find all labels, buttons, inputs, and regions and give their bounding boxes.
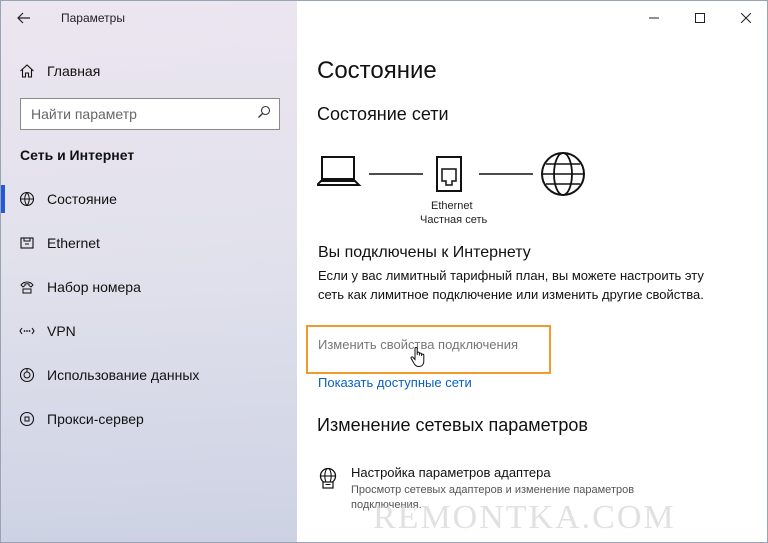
network-adapter-icon: [319, 467, 337, 489]
maximize-icon: [695, 13, 705, 23]
search-input[interactable]: [31, 106, 241, 122]
proxy-icon: [19, 411, 35, 427]
window-title: Параметры: [61, 11, 125, 25]
change-network-settings-header: Изменение сетевых параметров: [317, 415, 588, 435]
sidebar-item-home[interactable]: Главная: [1, 55, 297, 87]
network-status-header: Состояние сети: [317, 104, 449, 124]
window-controls: [631, 1, 767, 35]
settings-window: Параметры Главная Сеть и Интернет Состоя…: [0, 0, 768, 543]
sidebar-nav: Состояние Ethernet Набор номера VPN Испо…: [1, 177, 297, 441]
adapter-name: Ethernet: [431, 200, 473, 212]
sidebar-item-label: Ethernet: [47, 235, 100, 251]
search-icon[interactable]: [257, 105, 271, 124]
section-title: Сеть и Интернет: [20, 147, 135, 163]
close-icon: [741, 13, 751, 23]
dialup-icon: [19, 279, 35, 295]
sidebar: Параметры Главная Сеть и Интернет Состоя…: [1, 1, 297, 542]
hand-cursor-icon: [410, 347, 425, 368]
network-type: Частная сеть: [420, 214, 488, 226]
sidebar-item-label: Прокси-сервер: [47, 411, 144, 427]
sidebar-item-dialup[interactable]: Набор номера: [1, 265, 297, 309]
sidebar-item-vpn[interactable]: VPN: [1, 309, 297, 353]
sidebar-item-status[interactable]: Состояние: [1, 177, 297, 221]
adapter-settings-title: Настройка параметров адаптера: [351, 465, 551, 480]
laptop-icon: [317, 156, 362, 186]
minimize-button[interactable]: [631, 1, 677, 35]
status-icon: [19, 191, 35, 207]
home-label: Главная: [47, 63, 101, 79]
vpn-icon: [19, 323, 35, 339]
sidebar-item-label: VPN: [47, 323, 76, 339]
ethernet-icon: [19, 235, 35, 251]
search-box[interactable]: [20, 98, 280, 130]
sidebar-item-ethernet[interactable]: Ethernet: [1, 221, 297, 265]
main-content: Состояние Состояние сети Ethernet Частна…: [297, 1, 767, 542]
titlebar: Параметры: [1, 1, 297, 35]
connected-title: Вы подключены к Интернету: [318, 244, 531, 261]
watermark: REMONTKA.COM: [373, 499, 676, 536]
page-title: Состояние: [317, 57, 437, 84]
back-arrow-icon: [17, 12, 30, 24]
network-diagram: Ethernet Частная сеть: [317, 149, 597, 231]
sidebar-item-proxy[interactable]: Прокси-сервер: [1, 397, 297, 441]
sidebar-item-data-usage[interactable]: Использование данных: [1, 353, 297, 397]
close-button[interactable]: [723, 1, 767, 35]
show-available-networks-link[interactable]: Показать доступные сети: [318, 375, 472, 390]
back-button[interactable]: [1, 1, 47, 35]
sidebar-item-label: Использование данных: [47, 367, 200, 383]
sidebar-item-label: Набор номера: [47, 279, 141, 295]
data-usage-icon: [19, 367, 35, 383]
connected-description: Если у вас лимитный тарифный план, вы мо…: [318, 268, 704, 302]
maximize-button[interactable]: [677, 1, 723, 35]
minimize-icon: [649, 17, 659, 19]
ethernet-port-icon: [436, 156, 462, 192]
home-icon: [19, 63, 35, 79]
sidebar-item-label: Состояние: [47, 191, 117, 207]
globe-icon: [541, 152, 585, 196]
